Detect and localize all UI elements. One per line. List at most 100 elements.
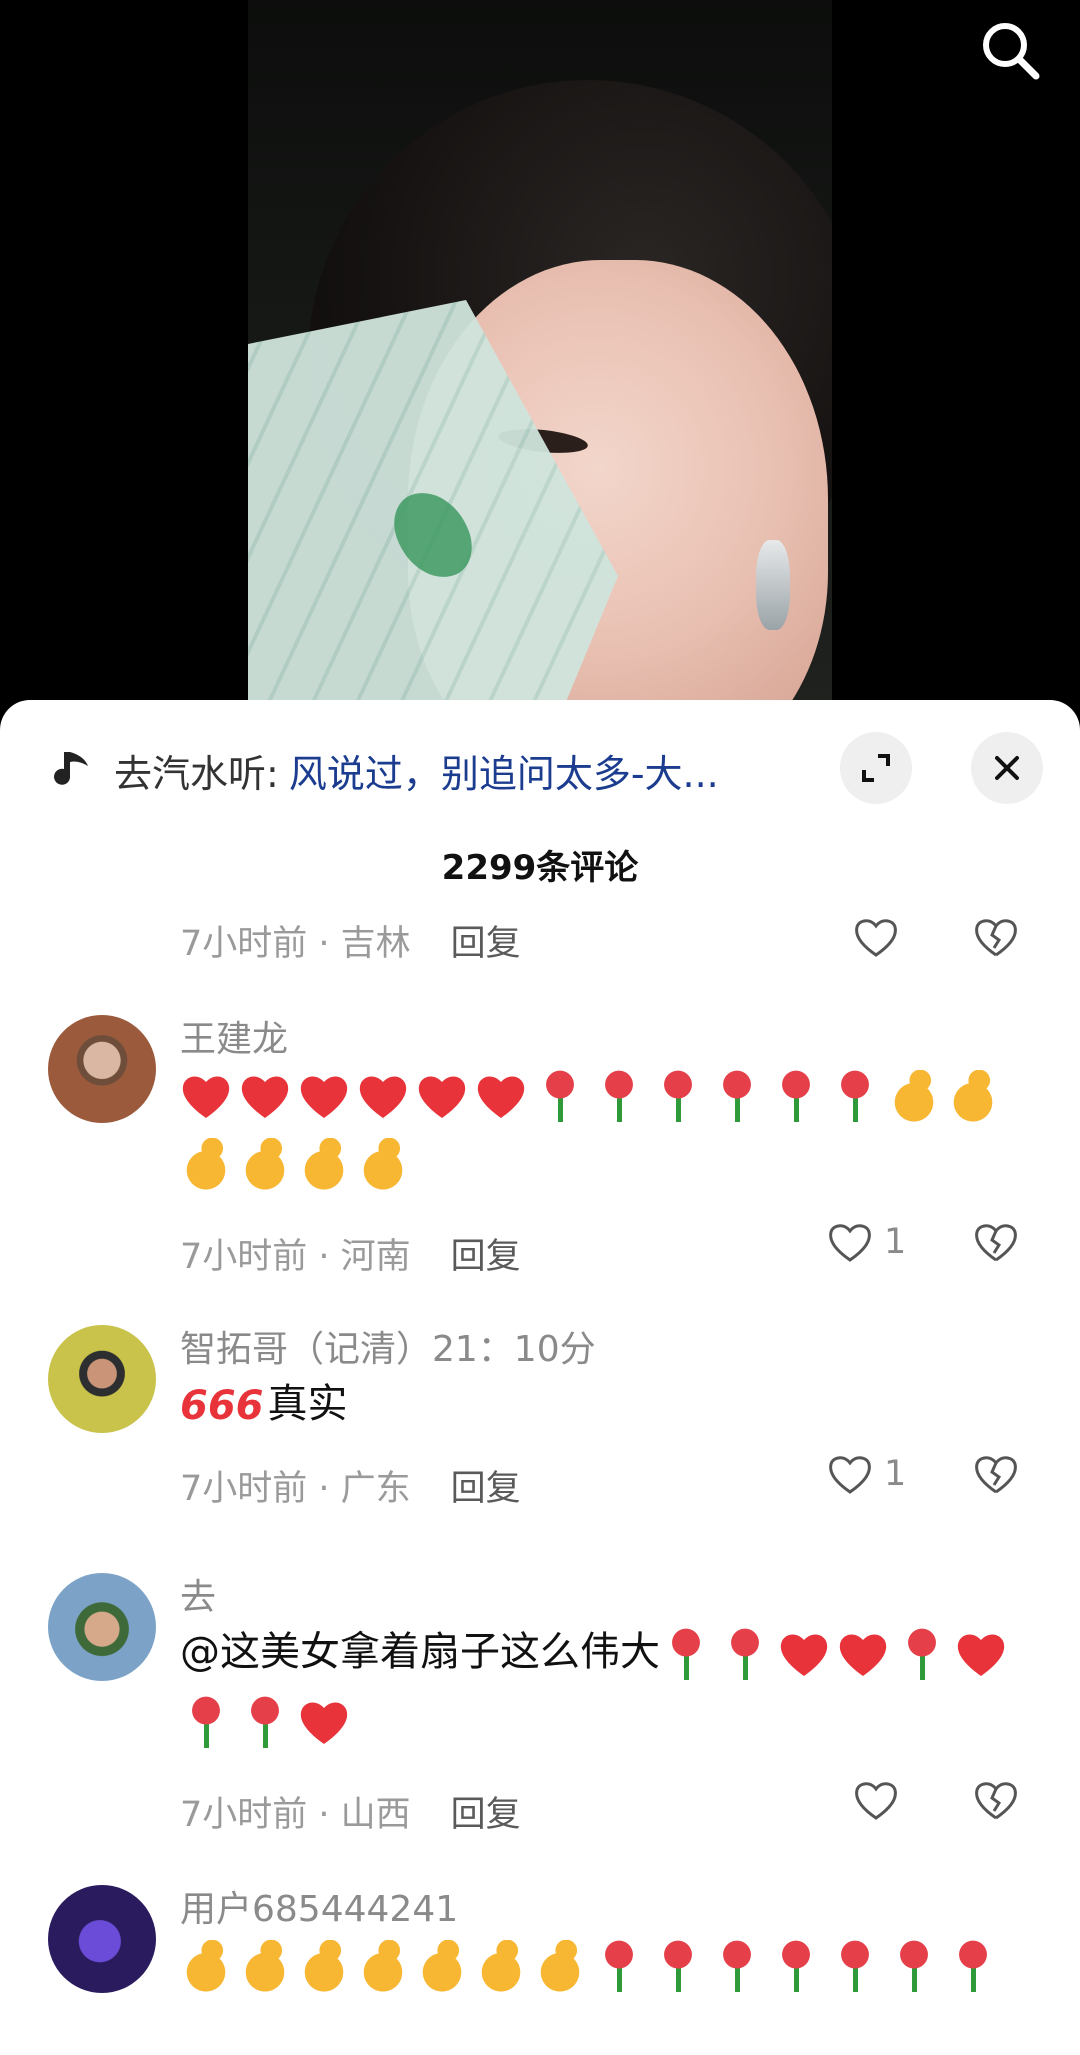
heart-emoji [298, 1070, 350, 1122]
rose-emoji [711, 1070, 763, 1122]
comment-partial: 7小时前 · 吉林 回复 [0, 915, 1080, 985]
reply-button[interactable]: 回复 [451, 1469, 521, 1509]
dislike-button[interactable] [972, 1452, 1020, 1496]
comment-emojis [180, 1070, 1006, 1190]
broken-heart-icon [975, 919, 1017, 957]
rose-emoji [180, 1696, 232, 1748]
rose-emoji [896, 1628, 948, 1680]
heart-emoji [239, 1070, 291, 1122]
video-player[interactable] [0, 0, 1080, 720]
heart-outline-icon [855, 919, 897, 957]
heart-outline-icon [829, 1224, 871, 1262]
thumb-emoji [947, 1070, 999, 1122]
dislike-button[interactable] [972, 1778, 1020, 1822]
thumb-emoji [416, 1940, 468, 1992]
broken-heart-icon [975, 1456, 1017, 1494]
reply-button[interactable]: 回复 [451, 1237, 521, 1277]
heart-emoji [416, 1070, 468, 1122]
dislike-button[interactable] [972, 1220, 1020, 1264]
music-link[interactable]: 去汽水听: 风说过，别追问太多-大... [50, 730, 790, 810]
thumb-emoji [475, 1940, 527, 1992]
comment-time-location: 7小时前 · 山西 [180, 1795, 411, 1835]
666-emoji: 666 [180, 1383, 264, 1429]
heart-emoji [778, 1628, 830, 1680]
rose-emoji [239, 1696, 291, 1748]
heart-emoji [180, 1070, 232, 1122]
search-icon [983, 23, 1040, 80]
comment-text: @这美女拿着扇子这么伟大 [180, 1618, 1020, 1754]
rose-emoji [829, 1070, 881, 1122]
rose-emoji [652, 1940, 704, 1992]
comment-emojis [180, 1940, 1006, 1992]
close-button[interactable] [971, 732, 1043, 804]
comment-username[interactable]: 用户685444241 [180, 1880, 458, 1932]
comment-item: 去 @这美女拿着扇子这么伟大 7小时前 · 山西 回复 [0, 1568, 1080, 1868]
comment-time-location: 7小时前 · 吉林 [180, 924, 411, 964]
comment-item: 王建龙 7小时前 · 河南 回复 1 [0, 1010, 1080, 1310]
heart-emoji [955, 1628, 1007, 1680]
music-title[interactable]: 风说过，别追问太多-大... [289, 743, 719, 798]
reply-button[interactable]: 回复 [451, 1795, 521, 1835]
thumb-emoji [888, 1070, 940, 1122]
comment-username[interactable]: 智拓哥（记清）21：10分 [180, 1320, 596, 1372]
thumb-emoji [239, 1940, 291, 1992]
expand-button[interactable] [840, 732, 912, 804]
rose-emoji [660, 1628, 712, 1680]
heart-emoji [298, 1696, 350, 1748]
comment-body: @这美女拿着扇子这么伟大 [180, 1629, 660, 1675]
like-button[interactable]: 1 [826, 1452, 906, 1496]
rose-emoji [770, 1070, 822, 1122]
heart-outline-icon [855, 1782, 897, 1820]
thumb-emoji [357, 1138, 409, 1190]
avatar[interactable] [48, 1885, 156, 1993]
comment-username[interactable]: 去 [180, 1568, 216, 1620]
heart-emoji [475, 1070, 527, 1122]
comment-item: 智拓哥（记清）21：10分 666 真实 7小时前 · 广东 回复 1 [0, 1320, 1080, 1540]
comment-time-location: 7小时前 · 广东 [180, 1469, 411, 1509]
comment-body: 真实 [267, 1381, 348, 1427]
avatar[interactable] [48, 1325, 156, 1433]
close-icon [995, 756, 1019, 780]
thumb-emoji [298, 1940, 350, 1992]
dislike-button[interactable] [972, 915, 1020, 959]
rose-emoji [719, 1628, 771, 1680]
thumb-emoji [180, 1138, 232, 1190]
comment-time-location: 7小时前 · 河南 [180, 1237, 411, 1277]
thumb-emoji [357, 1940, 409, 1992]
comment-username[interactable]: 王建龙 [180, 1010, 288, 1062]
heart-emoji [357, 1070, 409, 1122]
avatar[interactable] [48, 1015, 156, 1123]
comment-item: 用户685444241 [0, 1880, 1080, 2055]
rose-emoji [593, 1940, 645, 1992]
comment-meta: 7小时前 · 广东 回复 [180, 1460, 521, 1511]
rose-emoji [593, 1070, 645, 1122]
avatar[interactable] [48, 1573, 156, 1681]
search-button[interactable] [970, 10, 1050, 90]
rose-emoji [534, 1070, 586, 1122]
comment-sheet: 去汽水听: 风说过，别追问太多-大... 2299条评论 7小时前 · 吉林 回复… [0, 700, 1080, 2055]
like-button[interactable] [852, 1778, 900, 1822]
thumb-emoji [534, 1940, 586, 1992]
like-button[interactable]: 1 [826, 1220, 906, 1264]
rose-emoji [888, 1940, 940, 1992]
music-prefix: 去汽水听: [114, 751, 279, 796]
reply-button[interactable]: 回复 [451, 924, 521, 964]
comment-text: 666 真实 [180, 1370, 1020, 1440]
like-button[interactable] [852, 915, 900, 959]
like-count: 1 [884, 1454, 907, 1494]
rose-emoji [770, 1940, 822, 1992]
rose-emoji [652, 1070, 704, 1122]
rose-emoji [947, 1940, 999, 1992]
like-count: 1 [884, 1222, 907, 1262]
thumb-emoji [239, 1138, 291, 1190]
broken-heart-icon [975, 1224, 1017, 1262]
thumb-emoji [180, 1940, 232, 1992]
comment-count: 2299条评论 [441, 848, 639, 888]
video-frame [248, 0, 832, 720]
video-earring [756, 540, 790, 630]
rose-emoji [829, 1940, 881, 1992]
music-note-icon [54, 752, 88, 785]
comment-meta: 7小时前 · 河南 回复 [180, 1228, 521, 1279]
broken-heart-icon [975, 1782, 1017, 1820]
comment-meta: 7小时前 · 山西 回复 [180, 1786, 521, 1837]
